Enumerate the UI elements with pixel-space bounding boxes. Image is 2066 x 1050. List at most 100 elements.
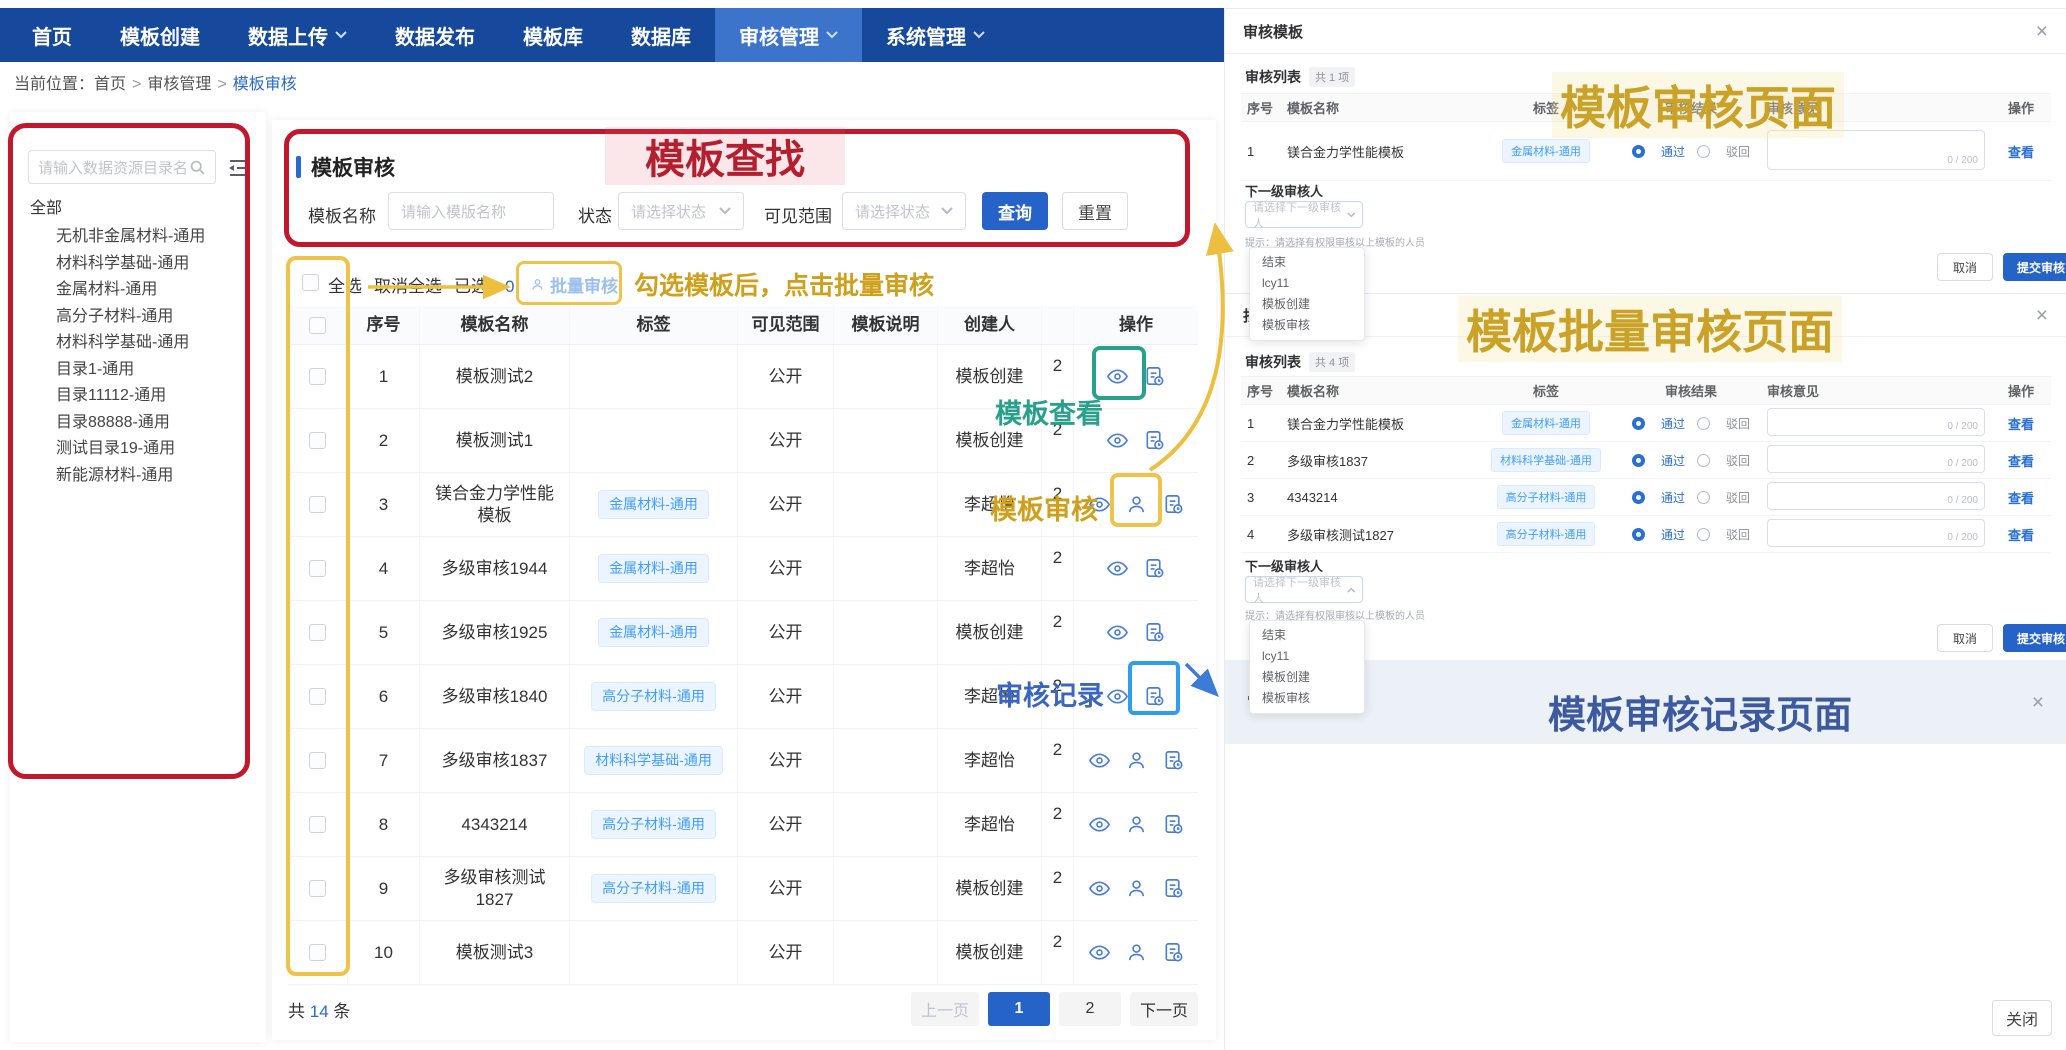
- review-template-icon[interactable]: [1125, 749, 1148, 772]
- view-link[interactable]: 查看: [2008, 142, 2034, 161]
- review-template-icon[interactable]: [1125, 877, 1148, 900]
- dropdown-option[interactable]: 模板创建: [1250, 667, 1364, 688]
- page-1-button[interactable]: 1: [988, 992, 1050, 1026]
- dropdown-option[interactable]: lcy11: [1250, 646, 1364, 667]
- review-template-icon[interactable]: [1125, 941, 1148, 964]
- view-template-icon[interactable]: [1088, 493, 1111, 516]
- review-template-icon[interactable]: [1125, 813, 1148, 836]
- template-name-input[interactable]: 请输入模版名称: [388, 192, 554, 230]
- row-checkbox[interactable]: [309, 880, 326, 897]
- row-checkbox[interactable]: [309, 688, 326, 705]
- prev-page-button[interactable]: 上一页: [911, 992, 979, 1026]
- nav-item-template-create[interactable]: 模板创建: [96, 8, 224, 62]
- row-checkbox[interactable]: [309, 624, 326, 641]
- catalog-item[interactable]: 材料科学基础-通用: [56, 251, 205, 278]
- batch-review-button[interactable]: 批量审核: [530, 272, 618, 297]
- submit-review-button[interactable]: 提交审核: [2003, 624, 2066, 652]
- dropdown-option[interactable]: lcy11: [1250, 273, 1364, 294]
- pass-radio[interactable]: [1632, 454, 1645, 467]
- review-record-icon[interactable]: [1162, 749, 1185, 772]
- reject-radio[interactable]: [1697, 417, 1710, 430]
- catalog-item[interactable]: 高分子材料-通用: [56, 304, 205, 331]
- nav-item-system-management[interactable]: 系统管理: [862, 8, 1009, 62]
- dropdown-option[interactable]: 模板审核: [1250, 688, 1364, 709]
- status-select[interactable]: 请选择状态: [618, 192, 744, 230]
- breadcrumb-home[interactable]: 首页: [94, 76, 126, 93]
- opinion-textarea[interactable]: 0 / 200: [1767, 408, 1985, 436]
- nav-item-data-publish[interactable]: 数据发布: [371, 8, 499, 62]
- view-template-icon[interactable]: [1088, 749, 1111, 772]
- catalog-item[interactable]: 金属材料-通用: [56, 277, 205, 304]
- opinion-textarea[interactable]: 0 / 200: [1767, 482, 1985, 510]
- catalog-item[interactable]: 新能源材料-通用: [56, 463, 205, 490]
- next-page-button[interactable]: 下一页: [1130, 992, 1198, 1026]
- review-template-icon[interactable]: [1125, 493, 1148, 516]
- catalog-item-all[interactable]: 全部: [30, 194, 62, 218]
- view-link[interactable]: 查看: [2008, 525, 2034, 544]
- review-record-icon[interactable]: [1162, 877, 1185, 900]
- close-button[interactable]: 关闭: [1992, 1000, 2052, 1036]
- dropdown-option[interactable]: 结束: [1250, 625, 1364, 646]
- nav-item-review-management[interactable]: 审核管理: [715, 8, 862, 62]
- dropdown-option[interactable]: 模板审核: [1250, 315, 1364, 336]
- dropdown-option[interactable]: 结束: [1250, 252, 1364, 273]
- close-icon[interactable]: ×: [2036, 305, 2048, 326]
- review-record-icon[interactable]: [1143, 365, 1166, 388]
- pass-radio[interactable]: [1632, 145, 1645, 158]
- opinion-textarea[interactable]: 0 / 200: [1767, 519, 1985, 547]
- review-record-icon[interactable]: [1162, 941, 1185, 964]
- select-all-label[interactable]: 全选: [328, 272, 362, 297]
- view-template-icon[interactable]: [1106, 621, 1129, 644]
- catalog-item[interactable]: 材料科学基础-通用: [56, 330, 205, 357]
- catalog-item[interactable]: 无机非金属材料-通用: [56, 224, 205, 251]
- reset-button[interactable]: 重置: [1062, 192, 1128, 230]
- cancel-button[interactable]: 取消: [1937, 253, 1993, 281]
- dropdown-option[interactable]: 模板创建: [1250, 294, 1364, 315]
- select-all-checkbox[interactable]: [302, 274, 319, 291]
- page-2-button[interactable]: 2: [1059, 992, 1121, 1026]
- breadcrumb-section[interactable]: 审核管理: [147, 76, 211, 93]
- review-record-icon[interactable]: [1143, 621, 1166, 644]
- view-link[interactable]: 查看: [2008, 451, 2034, 470]
- pass-radio[interactable]: [1632, 491, 1645, 504]
- view-template-icon[interactable]: [1106, 557, 1129, 580]
- view-template-icon[interactable]: [1106, 429, 1129, 452]
- next-reviewer-select[interactable]: 请选择下一级审核人: [1245, 576, 1363, 603]
- view-link[interactable]: 查看: [2008, 414, 2034, 433]
- nav-item-data-upload[interactable]: 数据上传: [224, 8, 371, 62]
- catalog-item[interactable]: 测试目录19-通用: [56, 436, 205, 463]
- row-checkbox[interactable]: [309, 496, 326, 513]
- reject-radio[interactable]: [1697, 528, 1710, 541]
- reject-radio[interactable]: [1697, 491, 1710, 504]
- close-icon[interactable]: ×: [2036, 21, 2048, 42]
- row-checkbox[interactable]: [309, 944, 326, 961]
- review-record-icon[interactable]: [1143, 685, 1166, 708]
- scope-select[interactable]: 请选择状态: [842, 192, 966, 230]
- next-reviewer-select[interactable]: 请选择下一级审核人: [1245, 201, 1363, 228]
- pass-radio[interactable]: [1632, 417, 1645, 430]
- header-checkbox[interactable]: [309, 317, 326, 334]
- opinion-textarea[interactable]: 0 / 200: [1767, 445, 1985, 473]
- submit-review-button[interactable]: 提交审核: [2003, 253, 2066, 281]
- catalog-item[interactable]: 目录11112-通用: [56, 383, 205, 410]
- search-button[interactable]: 查询: [982, 192, 1048, 230]
- view-template-icon[interactable]: [1088, 941, 1111, 964]
- view-template-icon[interactable]: [1106, 685, 1129, 708]
- catalog-item[interactable]: 目录88888-通用: [56, 410, 205, 437]
- catalog-search-input[interactable]: 请输入数据资源目录名: [28, 150, 216, 184]
- reject-radio[interactable]: [1697, 145, 1710, 158]
- review-record-icon[interactable]: [1143, 429, 1166, 452]
- nav-item-template-library[interactable]: 模板库: [499, 8, 607, 62]
- nav-item-database[interactable]: 数据库: [607, 8, 715, 62]
- cancel-button[interactable]: 取消: [1937, 624, 1993, 652]
- view-template-icon[interactable]: [1088, 813, 1111, 836]
- view-template-icon[interactable]: [1088, 877, 1111, 900]
- row-checkbox[interactable]: [309, 560, 326, 577]
- nav-item-home[interactable]: 首页: [8, 8, 96, 62]
- catalog-item[interactable]: 目录1-通用: [56, 357, 205, 384]
- opinion-textarea[interactable]: 0 / 200: [1767, 130, 1985, 170]
- row-checkbox[interactable]: [309, 816, 326, 833]
- view-link[interactable]: 查看: [2008, 488, 2034, 507]
- view-template-icon[interactable]: [1106, 365, 1129, 388]
- row-checkbox[interactable]: [309, 432, 326, 449]
